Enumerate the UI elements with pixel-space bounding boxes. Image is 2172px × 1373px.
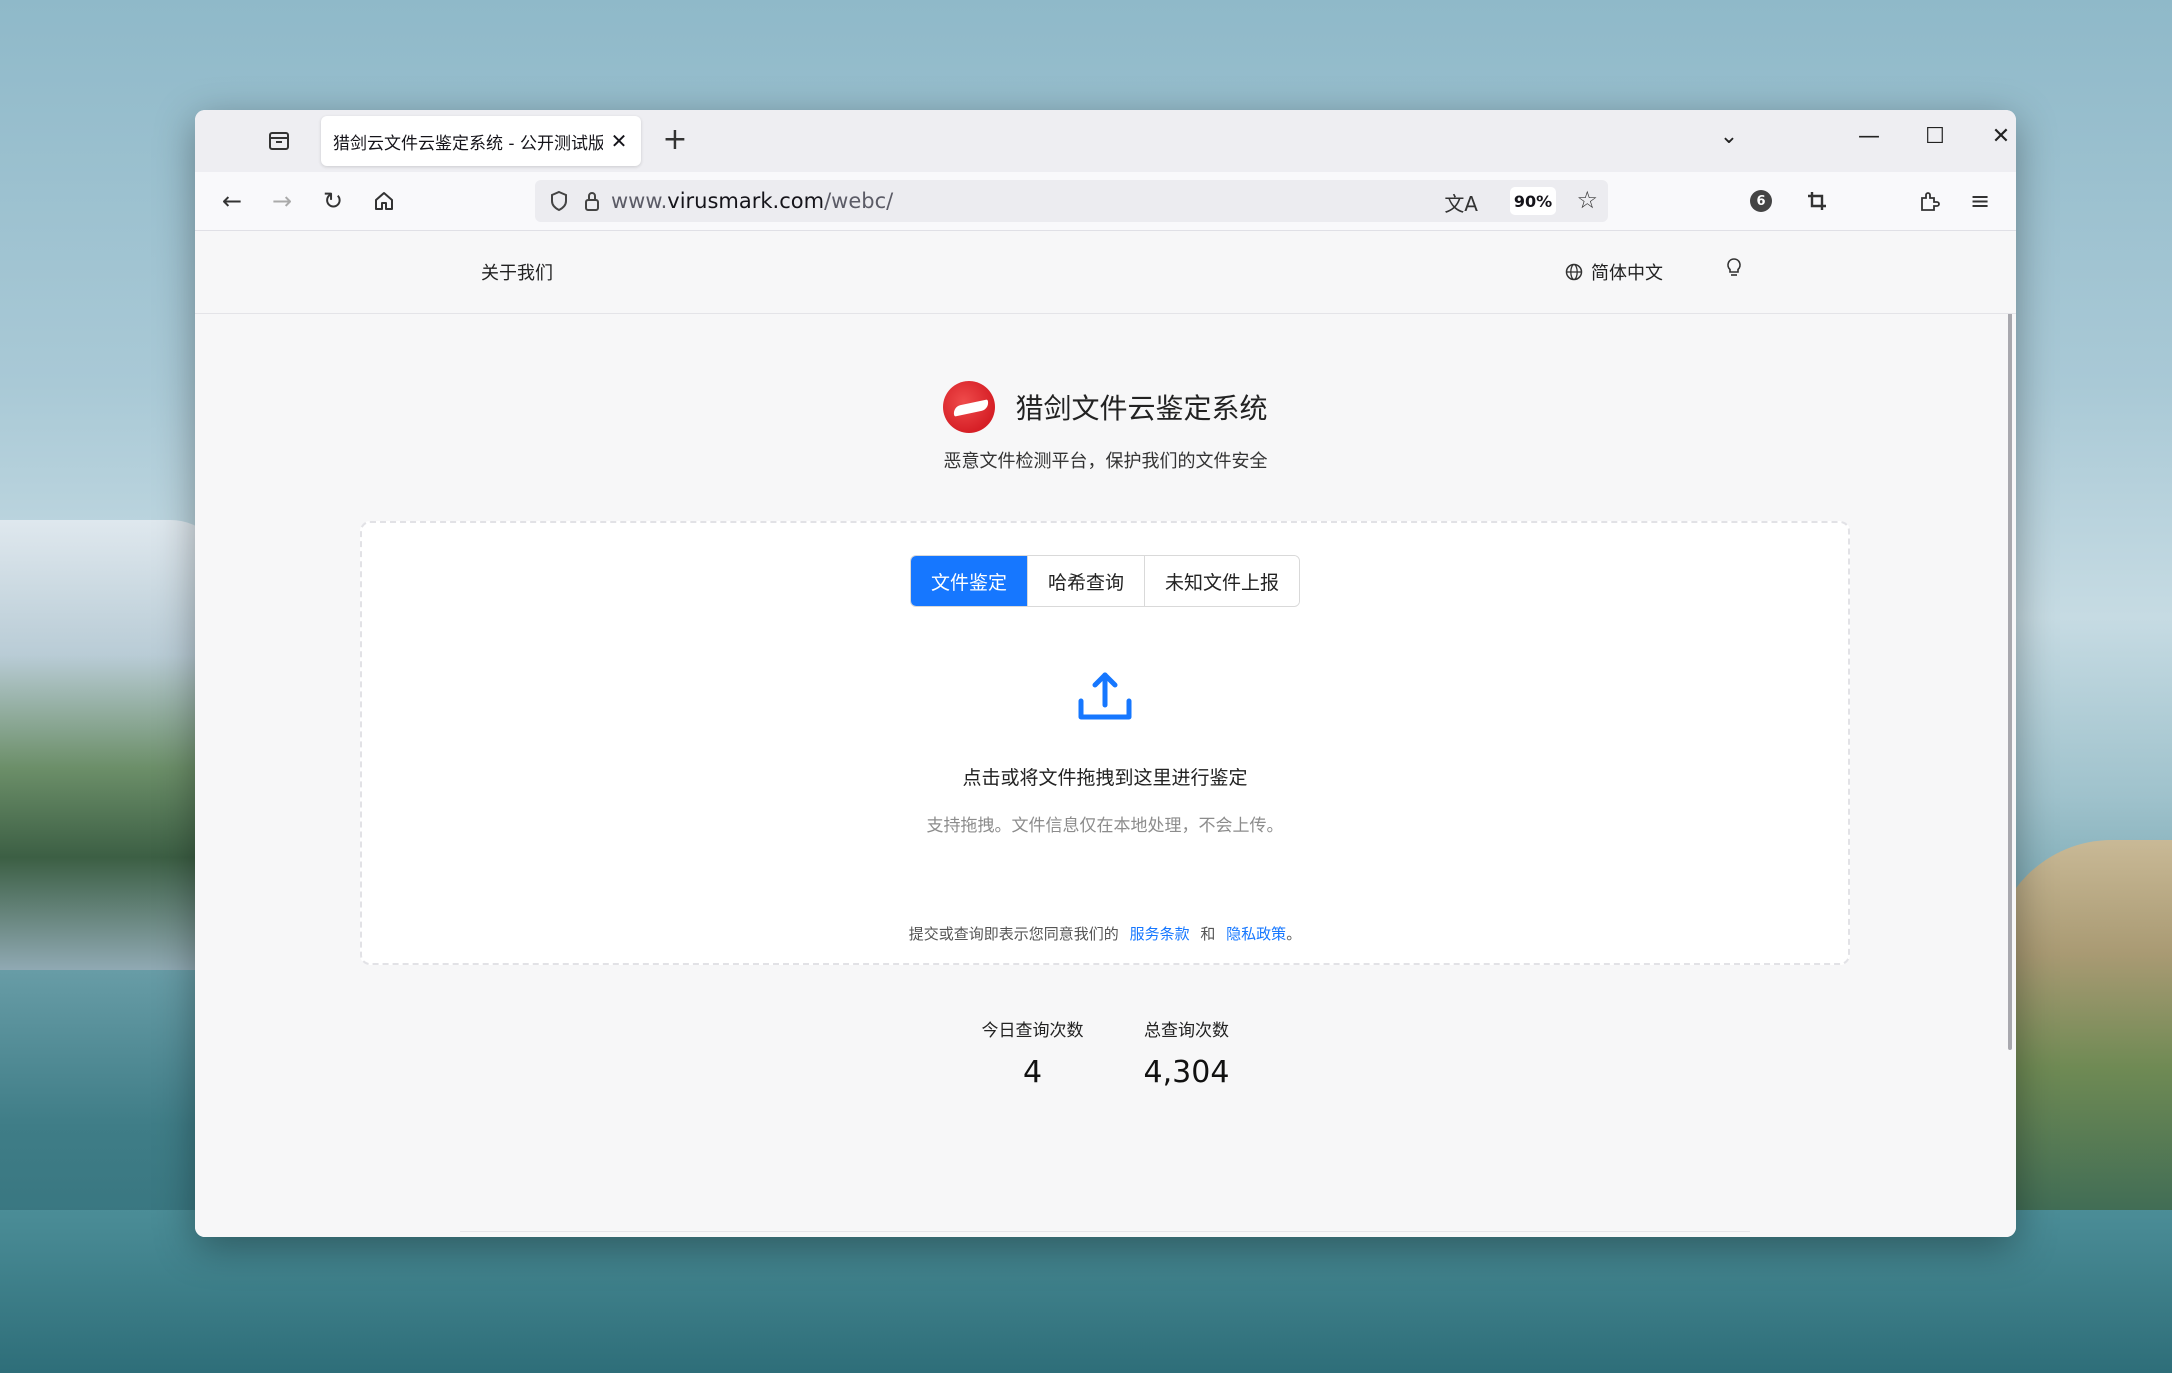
globe-icon xyxy=(1565,263,1583,281)
close-tab-icon[interactable]: ✕ xyxy=(609,129,629,153)
translate-icon[interactable]: 文A xyxy=(1444,188,1478,217)
extension-badge[interactable]: 6 xyxy=(1750,190,1772,212)
browser-window: 猎剑云文件云鉴定系统 - 公开测试版 ✕ + ⌄ — ☐ ✕ ← → ↻ www… xyxy=(195,110,2016,1237)
tab-file-identify[interactable]: 文件鉴定 xyxy=(910,556,1027,606)
page-scrollbar[interactable] xyxy=(2008,245,2012,1050)
upload-hint: 支持拖拽。文件信息仅在本地处理，不会上传。 xyxy=(926,816,1284,836)
minimize-icon[interactable]: — xyxy=(1849,124,1889,149)
tab-bar: 猎剑云文件云鉴定系统 - 公开测试版 ✕ + ⌄ — ☐ ✕ xyxy=(195,110,2016,172)
extensions-puzzle-icon[interactable] xyxy=(1912,184,1946,218)
stat-total-value: 4,304 xyxy=(1143,1055,1230,1090)
terms-prefix: 提交或查询即表示您同意我们的 xyxy=(908,925,1119,943)
close-window-icon[interactable]: ✕ xyxy=(1981,124,2016,149)
upload-icon[interactable] xyxy=(362,671,1848,723)
desktop-hill-right xyxy=(1992,840,2172,1220)
tab-unknown-file-report[interactable]: 未知文件上报 xyxy=(1144,556,1300,606)
back-icon[interactable]: ← xyxy=(215,184,249,218)
terms-suffix: 。 xyxy=(1286,925,1302,943)
stat-total: 总查询次数 4,304 xyxy=(1144,1016,1230,1090)
new-tab-icon[interactable]: + xyxy=(657,122,693,158)
stat-today-value: 4 xyxy=(1023,1055,1043,1090)
url-text[interactable]: www.virusmark.com/webc/ xyxy=(611,189,893,213)
theme-bulb-icon[interactable] xyxy=(1725,257,1743,284)
bookmark-star-icon[interactable]: ☆ xyxy=(1576,186,1598,214)
shield-icon[interactable] xyxy=(549,190,569,212)
site-header: 关于我们 简体中文 xyxy=(195,231,2016,314)
service-terms-link[interactable]: 服务条款 xyxy=(1130,925,1190,943)
stat-today: 今日查询次数 4 xyxy=(982,1016,1084,1090)
language-label: 简体中文 xyxy=(1591,263,1663,284)
crop-icon[interactable] xyxy=(1800,184,1834,218)
url-path: /webc/ xyxy=(824,189,894,213)
navigation-bar: ← → ↻ www.virusmark.com/webc/ 文A 90% ☆ 6… xyxy=(195,172,2016,231)
tab-title: 猎剑云文件云鉴定系统 - 公开测试版 xyxy=(333,133,603,154)
tab-hash-query[interactable]: 哈希查询 xyxy=(1026,556,1144,606)
url-domain: virusmark.com xyxy=(667,189,825,213)
reload-icon[interactable]: ↻ xyxy=(316,184,350,218)
tab-list-icon[interactable] xyxy=(265,127,293,155)
upload-card[interactable]: 文件鉴定 哈希查询 未知文件上报 点击或将文件拖拽到这里进行鉴定 支持拖拽。文件… xyxy=(360,521,1850,965)
lock-icon[interactable] xyxy=(583,190,601,212)
query-stats: 今日查询次数 4 总查询次数 4,304 xyxy=(195,1016,2016,1090)
privacy-policy-link[interactable]: 隐私政策 xyxy=(1226,925,1286,943)
brand-logo xyxy=(943,381,996,433)
language-selector[interactable]: 简体中文 xyxy=(1565,259,1663,285)
brand-title: 猎剑文件云鉴定系统 xyxy=(1015,392,1268,425)
brand-subtitle: 恶意文件检测平台，保护我们的文件安全 xyxy=(943,451,1268,472)
upload-instruction: 点击或将文件拖拽到这里进行鉴定 xyxy=(962,767,1248,789)
terms-notice: 提交或查询即表示您同意我们的 服务条款 和 隐私政策。 xyxy=(362,923,1848,944)
url-prefix: www. xyxy=(611,189,668,213)
maximize-icon[interactable]: ☐ xyxy=(1915,124,1955,149)
stat-total-label: 总查询次数 xyxy=(1143,1021,1229,1041)
forward-icon[interactable]: → xyxy=(265,184,299,218)
about-us-link[interactable]: 关于我们 xyxy=(481,259,553,285)
home-icon[interactable] xyxy=(367,184,401,218)
tab-overflow-chevron-icon[interactable]: ⌄ xyxy=(1709,124,1749,149)
stat-today-label: 今日查询次数 xyxy=(981,1021,1084,1041)
zoom-level-badge[interactable]: 90% xyxy=(1510,187,1556,215)
menu-hamburger-icon[interactable]: ≡ xyxy=(1963,184,1997,218)
footer-divider xyxy=(460,1231,1750,1232)
url-bar[interactable]: www.virusmark.com/webc/ 文A 90% ☆ xyxy=(535,180,1608,222)
active-tab[interactable]: 猎剑云文件云鉴定系统 - 公开测试版 ✕ xyxy=(321,116,641,166)
page-viewport: 关于我们 简体中文 猎剑文件云鉴定系统 恶意文件检测平台，保护我们的文件安全 文… xyxy=(195,231,2016,1237)
terms-and: 和 xyxy=(1200,925,1216,943)
brand-section: 猎剑文件云鉴定系统 恶意文件检测平台，保护我们的文件安全 xyxy=(195,381,2016,473)
mode-tabs: 文件鉴定 哈希查询 未知文件上报 xyxy=(362,555,1848,607)
